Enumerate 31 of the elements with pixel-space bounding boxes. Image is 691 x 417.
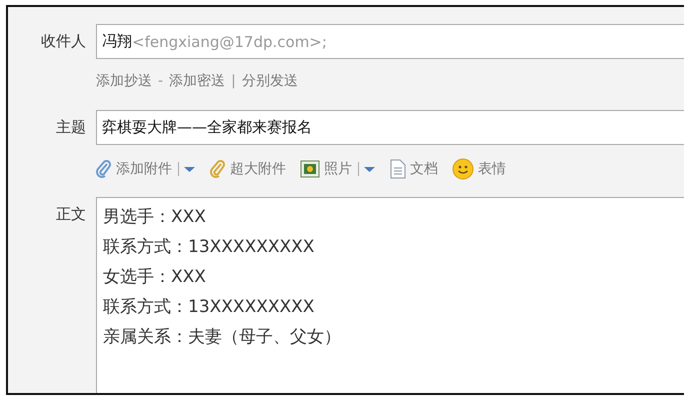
dropdown-caret-icon[interactable] bbox=[358, 162, 376, 176]
link-separator: | bbox=[231, 73, 236, 89]
field-label: 正文 bbox=[55, 204, 87, 224]
toolbar-button[interactable]: 表情 bbox=[478, 160, 506, 178]
body-text-line: 联系方式：13XXXXXXXXX bbox=[103, 236, 316, 259]
add-recipient-link[interactable]: 添加抄送 bbox=[96, 72, 152, 90]
document-icon[interactable] bbox=[390, 159, 406, 179]
add-recipient-link[interactable]: 添加密送 bbox=[169, 72, 226, 90]
recipient-address: <fengxiang@17dp.com>; bbox=[132, 32, 327, 50]
toolbar-button[interactable]: 文档 bbox=[410, 160, 438, 178]
body-text-line: 男选手：XXX bbox=[103, 206, 207, 229]
smiley-icon[interactable] bbox=[452, 158, 474, 180]
message-body-field[interactable]: 男选手：XXX 联系方式：13XXXXXXXXX 女选手：XXX 联系方式：13XXXXXXXXX 亲属关系：夫妻（母子、父女） bbox=[96, 197, 684, 393]
subject-field[interactable]: 弈棋耍大牌——全家都来赛报名 bbox=[96, 110, 684, 145]
link-separator: - bbox=[158, 73, 164, 89]
subject-text: 弈棋耍大牌——全家都来赛报名 bbox=[102, 118, 312, 137]
toolbar-button[interactable]: 超大附件 bbox=[230, 160, 286, 178]
paperclip-icon[interactable] bbox=[210, 160, 226, 178]
body-text-line: 女选手：XXX bbox=[103, 266, 207, 289]
body-text-line: 亲属关系：夫妻（母子、父女） bbox=[103, 326, 342, 349]
add-recipient-link[interactable]: 分别发送 bbox=[242, 72, 298, 90]
dropdown-caret-icon[interactable] bbox=[178, 162, 196, 176]
recipient-field[interactable]: 冯翔<fengxiang@17dp.com>; bbox=[96, 24, 684, 59]
photo-icon[interactable] bbox=[300, 160, 320, 178]
paperclip-icon[interactable] bbox=[96, 160, 112, 178]
recipient-name: 冯翔 bbox=[102, 32, 132, 51]
toolbar-button[interactable]: 照片 bbox=[324, 160, 352, 178]
field-label: 收件人 bbox=[40, 32, 87, 51]
toolbar-button[interactable]: 添加附件 bbox=[116, 160, 172, 178]
field-label: 主题 bbox=[55, 118, 87, 137]
body-text-line: 联系方式：13XXXXXXXXX bbox=[103, 296, 316, 319]
